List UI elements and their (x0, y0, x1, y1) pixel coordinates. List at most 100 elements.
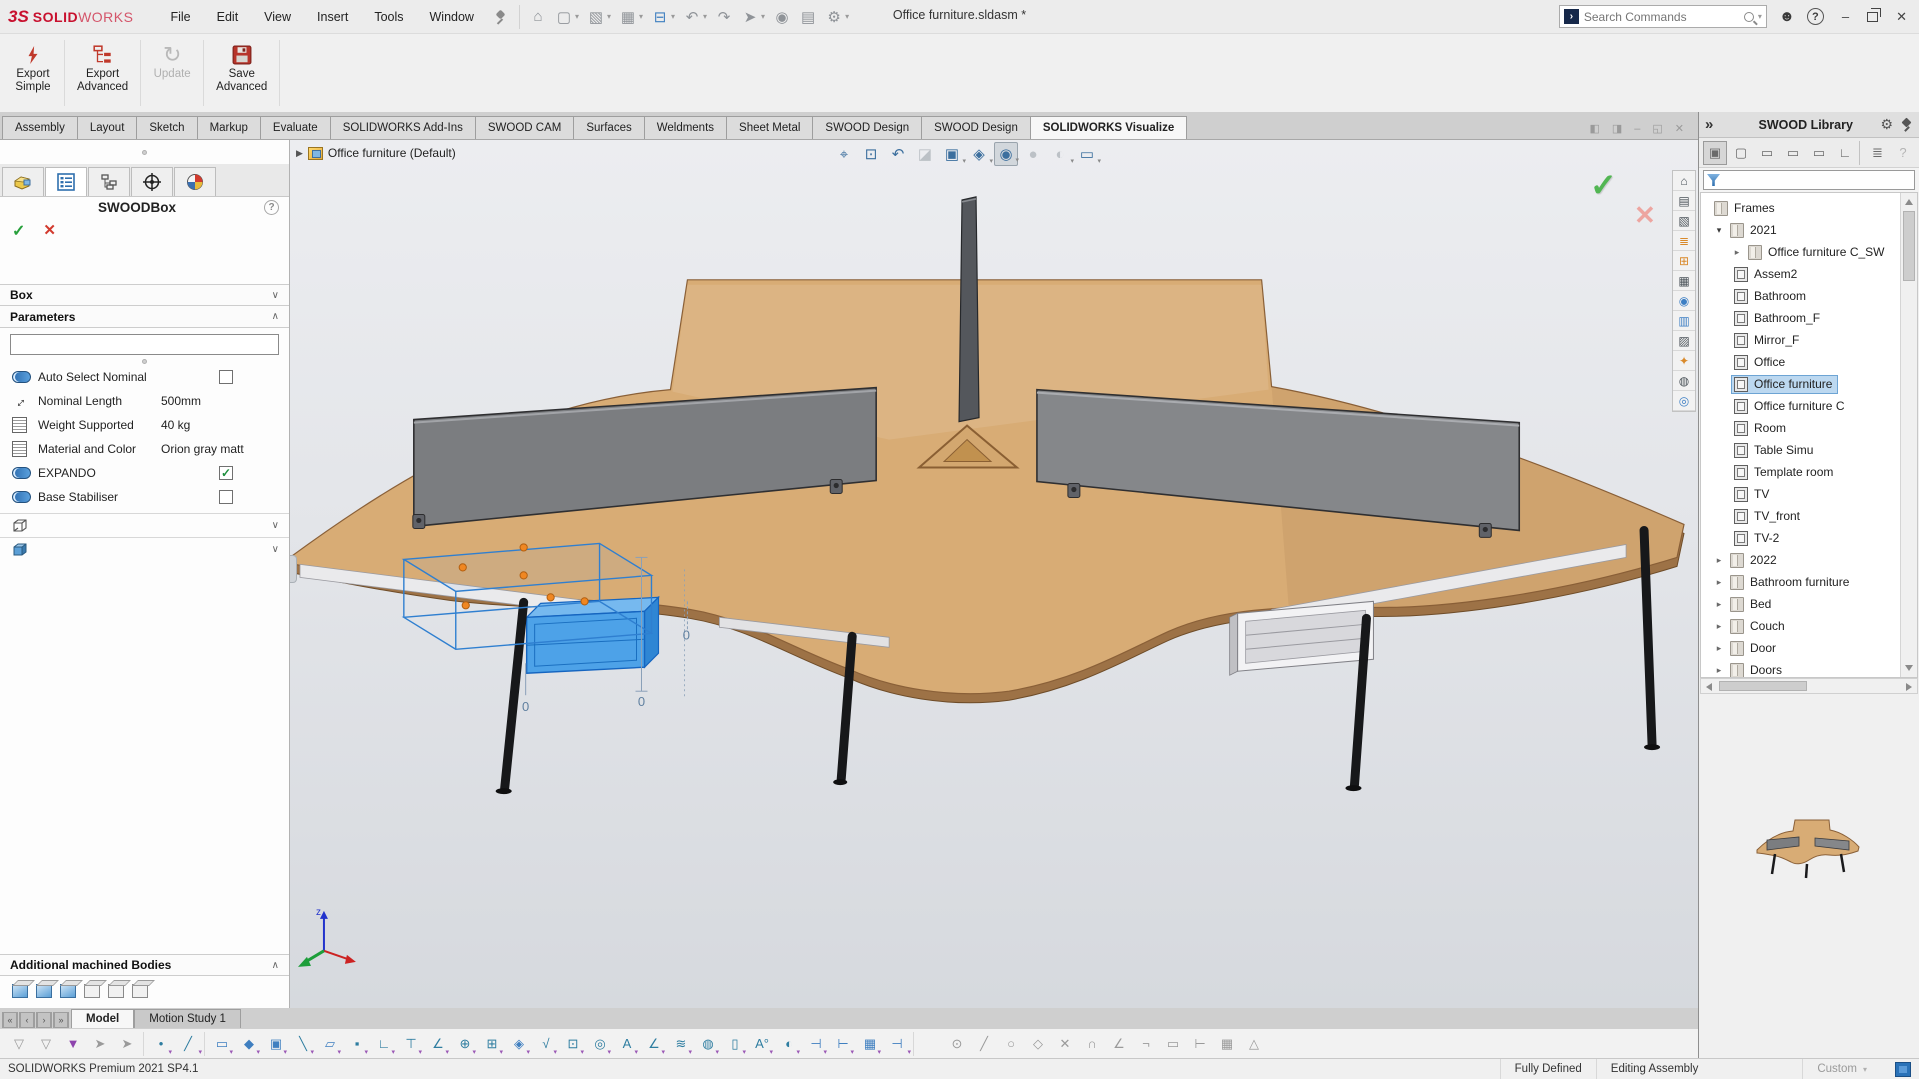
connector-icon[interactable]: ▨ (1673, 331, 1695, 351)
tree-expander-icon[interactable] (1711, 665, 1727, 676)
viewport[interactable]: 0 0 0 z (290, 140, 1698, 1008)
tree-item-tv-front[interactable]: TV_front (1701, 505, 1900, 527)
smart-dimension-icon[interactable]: ⊤ (398, 1032, 424, 1056)
select-cursor-icon[interactable]: ➤ (87, 1032, 113, 1056)
line-sketch-icon[interactable]: ╱ (971, 1032, 997, 1056)
pin-right-icon[interactable]: ⊢ (830, 1032, 856, 1056)
search-input[interactable] (1584, 10, 1744, 24)
angle-dimension-icon[interactable]: ∠ (425, 1032, 451, 1056)
pin-icon[interactable] (1901, 118, 1913, 132)
tree-item-office-furniture[interactable]: Office furniture (1701, 373, 1900, 395)
zoom-fit-icon[interactable]: ⌖ (832, 142, 856, 166)
expand-arrow-icon[interactable]: ▶ (296, 148, 303, 159)
tree-item-table-simu[interactable]: Table Simu (1701, 439, 1900, 461)
param-weight-supported[interactable]: Weight Supported 40 kg (0, 413, 289, 437)
fill-pattern-icon[interactable]: ◈ (506, 1032, 532, 1056)
tree-item-assem2[interactable]: Assem2 (1701, 263, 1900, 285)
machining-icon[interactable]: ◍ (1673, 371, 1695, 391)
tab-model[interactable]: Model (71, 1009, 134, 1028)
gear-icon[interactable]: ⚙ (1880, 116, 1893, 133)
tree-expander-icon[interactable] (1729, 247, 1745, 258)
view-panel-c-icon[interactable]: ▭ (1807, 141, 1831, 165)
param-material-and-color[interactable]: Material and Color Orion gray matt (0, 437, 289, 461)
tab-property-manager[interactable] (45, 167, 87, 196)
tree-item-tv-2[interactable]: TV-2 (1701, 527, 1900, 549)
search-dropdown-icon[interactable]: ▾ (1758, 12, 1762, 21)
export-simple-button[interactable]: ExportSimple (4, 34, 62, 112)
model-tab-prev-icon[interactable]: ‹ (19, 1012, 35, 1028)
corner-grid-icon[interactable]: ∟ (371, 1032, 397, 1056)
user-account-icon[interactable]: ☻ (1777, 7, 1797, 27)
minimize-button[interactable]: – (1842, 9, 1849, 24)
update-button[interactable]: ↻ Update (143, 34, 201, 112)
tree-item-2021[interactable]: 2021 (1701, 219, 1900, 241)
view-orientation-icon[interactable]: ▣ (940, 142, 964, 166)
collapse-pane-icon[interactable]: » (1705, 116, 1731, 133)
circle-sketch-icon[interactable]: ⊙ (944, 1032, 970, 1056)
selected-drawer[interactable] (527, 597, 659, 673)
machined-body-1[interactable] (12, 984, 28, 998)
tree-item-office-furniture-c-sw[interactable]: Office furniture C_SW (1701, 241, 1900, 263)
menu-item[interactable]: Edit (206, 6, 250, 28)
zoom-previous-icon[interactable]: ↶ (886, 142, 910, 166)
sketch-line-icon[interactable]: ╱ (175, 1032, 205, 1056)
reference-plane-icon[interactable]: ▱ (317, 1032, 343, 1056)
hardware-icon[interactable]: ✦ (1673, 351, 1695, 371)
tree-expander-icon[interactable] (1711, 599, 1727, 610)
menu-item[interactable]: File (159, 6, 201, 28)
machined-body-2[interactable] (36, 984, 52, 998)
angle-text-icon[interactable]: A° (749, 1032, 775, 1056)
polygon-sketch-icon[interactable]: ◇ (1025, 1032, 1051, 1056)
tree-item-template-room[interactable]: Template room (1701, 461, 1900, 483)
search-commands-box[interactable]: › ▾ (1559, 5, 1767, 28)
stamp-icon[interactable]: ▯ (722, 1032, 748, 1056)
command-tab[interactable]: Sketch (136, 116, 197, 139)
tree-item-bathroom-f[interactable]: Bathroom_F (1701, 307, 1900, 329)
edge-banding-icon[interactable]: ⊞ (1673, 251, 1695, 271)
ok-button[interactable]: ✓ (12, 221, 25, 237)
trim-sketch-icon[interactable]: ✕ (1052, 1032, 1078, 1056)
param-expando[interactable]: EXPANDO (0, 461, 289, 485)
machined-body-5[interactable] (108, 984, 124, 998)
edit-appearance-icon[interactable]: ● (1021, 142, 1045, 166)
filter-stack-icon[interactable]: ▽ (33, 1032, 59, 1056)
chamfer-note-icon[interactable]: ∠ (641, 1032, 667, 1056)
view-frames-large-icon[interactable]: ▣ (1703, 141, 1727, 165)
save-icon[interactable]: ▦ (616, 6, 646, 28)
balloon-icon[interactable]: ◍ (695, 1032, 721, 1056)
design-table-icon[interactable]: ▦ (857, 1032, 883, 1056)
spring-icon[interactable]: ≋ (668, 1032, 694, 1056)
collapse-pane-left-icon[interactable]: ◧ (1589, 122, 1599, 135)
note-icon[interactable]: A (614, 1032, 640, 1056)
view-panel-a-icon[interactable]: ▭ (1755, 141, 1779, 165)
triangle-tool-icon[interactable]: △ (1241, 1032, 1267, 1056)
scroll-thumb[interactable] (1903, 211, 1915, 281)
param-auto-select-nominal[interactable]: Auto Select Nominal (0, 365, 289, 389)
tree-item-frames[interactable]: Frames (1701, 197, 1900, 219)
globe-icon[interactable]: ◉ (1673, 291, 1695, 311)
machined-body-3[interactable] (60, 984, 76, 998)
checkbox[interactable] (219, 466, 233, 480)
close-document-icon[interactable]: ✕ (1675, 122, 1684, 135)
home-icon[interactable]: ⌂ (526, 6, 550, 27)
scroll-up-icon[interactable] (1905, 199, 1913, 205)
tab-configuration-manager[interactable] (88, 167, 130, 196)
tree-item-mirror-f[interactable]: Mirror_F (1701, 329, 1900, 351)
open-document-icon[interactable]: ▧ (584, 6, 614, 28)
open-folder-icon[interactable]: ▧ (1673, 211, 1695, 231)
section-view-icon[interactable]: ◪ (913, 142, 937, 166)
view-profile-icon[interactable]: ∟ (1833, 141, 1857, 165)
checkbox[interactable] (219, 370, 233, 384)
tab-dimxpert-manager[interactable] (131, 167, 173, 196)
scroll-left-icon[interactable] (1706, 683, 1712, 691)
tree-item-bathroom-furniture[interactable]: Bathroom furniture (1701, 571, 1900, 593)
machined-body-6[interactable] (132, 984, 148, 998)
view-settings-icon[interactable]: ▭ (1075, 142, 1099, 166)
parameters-section-header[interactable]: Parameters∧ (0, 306, 289, 328)
frame-sketch-icon[interactable]: ▭ (1160, 1032, 1186, 1056)
confirmation-cancel-icon[interactable]: ✕ (1634, 200, 1656, 231)
command-tab[interactable]: SOLIDWORKS Visualize (1030, 116, 1187, 139)
tree-item-office-furniture-c[interactable]: Office furniture C (1701, 395, 1900, 417)
tree-item-office[interactable]: Office (1701, 351, 1900, 373)
save-advanced-button[interactable]: SaveAdvanced (206, 34, 277, 112)
